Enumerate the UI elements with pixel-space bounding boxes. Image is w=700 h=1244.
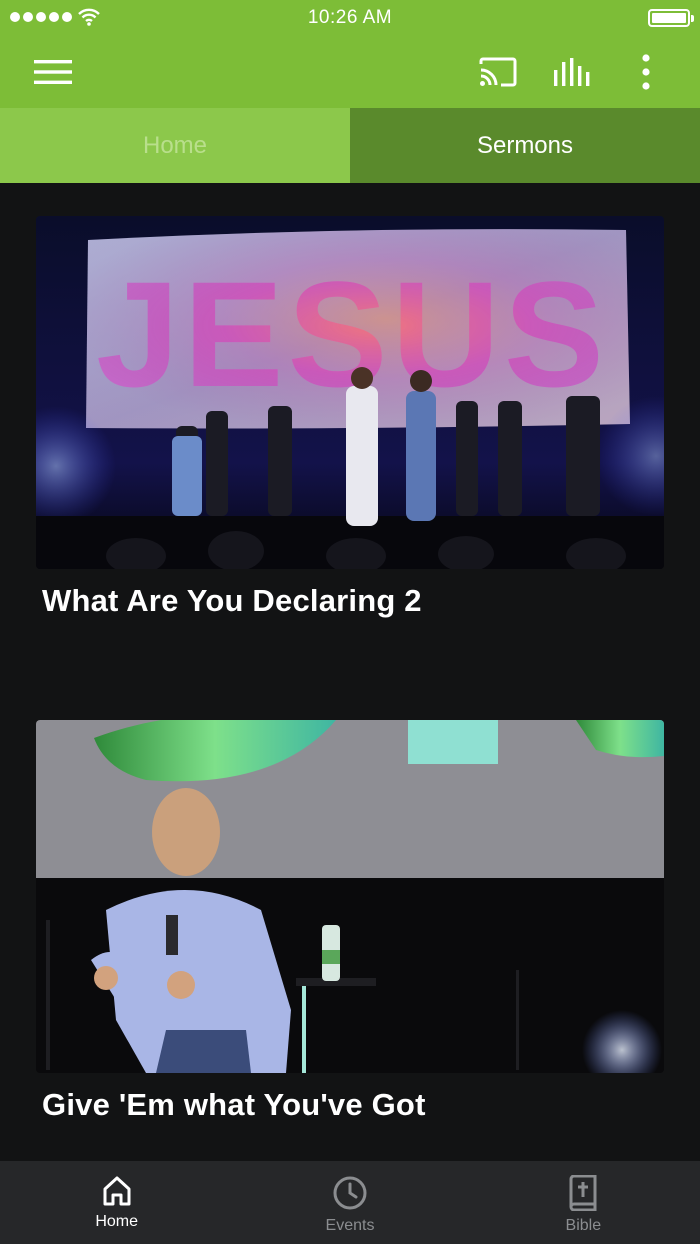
nav-home-label: Home <box>95 1213 138 1230</box>
bible-icon <box>569 1175 597 1211</box>
speaker-image <box>36 720 664 1073</box>
sermon-feed[interactable]: JESUS JESUS What Are You Declaring 2 Giv… <box>0 183 700 1161</box>
nav-events-label: Events <box>325 1217 375 1234</box>
more-vertical-icon <box>642 54 650 90</box>
tab-sermons[interactable]: Sermons <box>350 108 700 183</box>
menu-button[interactable] <box>28 36 78 108</box>
sermon-thumbnail[interactable]: JESUS JESUS <box>36 216 664 569</box>
tab-home[interactable]: Home <box>0 108 350 183</box>
nav-bible-label: Bible <box>565 1217 602 1234</box>
sermon-thumbnail[interactable] <box>36 720 664 1073</box>
audio-button[interactable] <box>546 36 598 108</box>
home-icon <box>103 1176 131 1206</box>
status-bar: 10:26 AM <box>0 0 700 36</box>
battery-icon <box>648 9 694 27</box>
sermon-title[interactable]: Give 'Em what You've Got <box>42 1087 664 1123</box>
app-bar <box>0 36 700 108</box>
more-options-button[interactable] <box>626 36 666 108</box>
cast-icon <box>479 57 517 87</box>
tab-bar: Home Sermons <box>0 108 700 183</box>
nav-bible[interactable]: Bible <box>467 1161 700 1244</box>
status-time: 10:26 AM <box>307 7 393 28</box>
sermon-card[interactable]: Give 'Em what You've Got <box>36 720 664 1123</box>
nav-home[interactable]: Home <box>0 1161 233 1244</box>
stage-worship-image: JESUS JESUS <box>36 216 664 569</box>
cast-button[interactable] <box>472 36 524 108</box>
nav-events[interactable]: Events <box>233 1161 466 1244</box>
sermon-title[interactable]: What Are You Declaring 2 <box>42 583 664 619</box>
clock-icon <box>333 1176 367 1210</box>
hamburger-menu-icon <box>34 60 72 84</box>
audio-bars-icon <box>554 58 590 86</box>
sermon-card[interactable]: JESUS JESUS What Are You Declaring 2 <box>36 216 664 619</box>
bottom-navigation: Home Events Bible <box>0 1161 700 1244</box>
